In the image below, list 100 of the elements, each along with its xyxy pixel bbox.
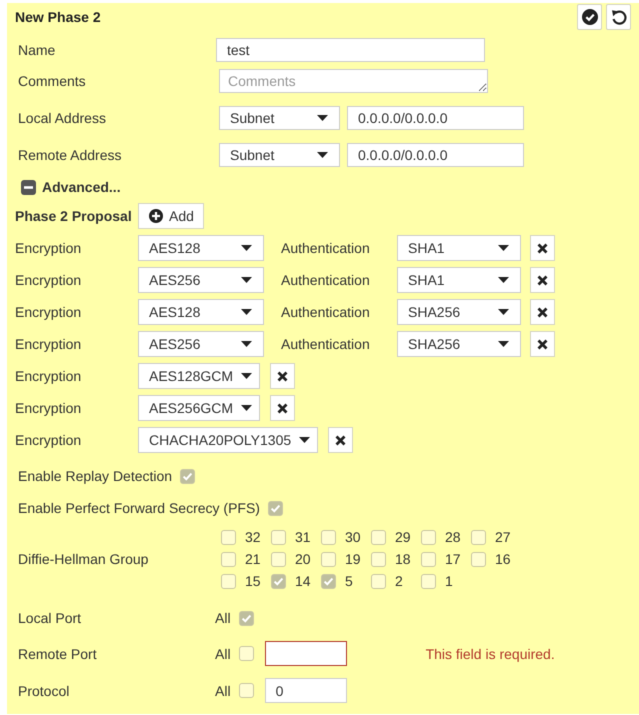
group-number: 31 (295, 529, 311, 545)
address-type-select[interactable]: Subnet (219, 143, 340, 167)
remove-button[interactable] (530, 331, 555, 357)
error-message: This field is required. (426, 646, 555, 662)
checkbox[interactable] (221, 530, 236, 544)
checkbox[interactable] (271, 552, 286, 566)
group-number: 19 (345, 551, 361, 567)
remove-button[interactable] (270, 395, 296, 421)
caret-icon (241, 309, 252, 315)
field-label: Protocol (18, 682, 70, 698)
close-icon (537, 306, 548, 318)
group-number: 18 (395, 551, 411, 567)
encryption-select[interactable]: AES256 (138, 331, 264, 357)
field-label: Diffie-Hellman Group (18, 551, 150, 567)
checkbox[interactable] (238, 683, 254, 698)
field-label: Name (18, 42, 56, 58)
encryption-select[interactable]: CHACHA20POLY1305 (138, 427, 318, 453)
caret-icon (317, 152, 328, 158)
option-label: Enable Perfect Forward Secrecy (PFS) (18, 500, 260, 516)
checkbox[interactable] (221, 552, 236, 566)
port-field[interactable] (264, 641, 347, 666)
encryption-select[interactable]: AES128 (138, 299, 264, 325)
remove-button[interactable] (530, 299, 555, 325)
group-number: 20 (295, 551, 311, 567)
encryption-select[interactable]: AES256GCM (138, 395, 260, 421)
group-number: 2 (395, 573, 403, 589)
authentication-label: Authentication (281, 240, 371, 256)
checkbox[interactable] (421, 574, 436, 588)
remove-button[interactable] (270, 363, 296, 389)
advanced-toggle[interactable]: Advanced... (21, 178, 121, 196)
checkbox[interactable] (238, 610, 254, 626)
checkbox[interactable] (371, 552, 386, 566)
option-label: Enable Replay Detection (18, 468, 172, 484)
group-number: 28 (445, 529, 461, 545)
checkbox[interactable] (268, 500, 283, 516)
checkbox[interactable] (321, 530, 336, 544)
encryption-label: Encryption (15, 304, 82, 320)
caret-icon (241, 277, 252, 283)
all-label: All (215, 610, 231, 626)
checkbox[interactable] (271, 574, 286, 588)
caret-icon (241, 373, 252, 379)
close-icon (277, 402, 288, 414)
checkbox[interactable] (371, 574, 386, 588)
checkbox[interactable] (321, 552, 336, 566)
group-number: 30 (345, 529, 361, 545)
all-label: All (215, 682, 231, 698)
close-icon (335, 434, 346, 446)
checkbox[interactable] (471, 552, 486, 566)
group-number: 16 (495, 551, 511, 567)
authentication-select[interactable]: SHA256 (397, 331, 521, 357)
checkbox[interactable] (271, 530, 286, 544)
authentication-select[interactable]: SHA1 (397, 235, 521, 261)
checkbox[interactable] (180, 468, 196, 484)
remove-button[interactable] (530, 235, 555, 261)
caret-icon (241, 341, 252, 347)
address-type-select[interactable]: Subnet (219, 106, 340, 130)
encryption-label: Encryption (15, 336, 82, 352)
encryption-label: Encryption (15, 400, 82, 416)
authentication-label: Authentication (281, 304, 371, 320)
encryption-label: Encryption (15, 240, 82, 256)
checkbox[interactable] (321, 574, 336, 588)
undo-button[interactable] (606, 4, 631, 30)
caret-icon (241, 405, 252, 411)
checkbox[interactable] (471, 530, 486, 544)
field-label: Local Port (18, 610, 82, 626)
encryption-label: Encryption (15, 272, 82, 288)
authentication-select[interactable]: SHA1 (397, 267, 521, 293)
address-field[interactable]: 0.0.0.0/0.0.0.0 (347, 143, 524, 167)
encryption-select[interactable]: AES256 (138, 267, 264, 293)
field-label: Local Address (18, 110, 107, 126)
encryption-select[interactable]: AES128 (138, 235, 264, 261)
field-label: Remote Port (18, 646, 98, 662)
group-number: 27 (495, 529, 511, 545)
caret-icon (299, 437, 310, 443)
checkbox[interactable] (221, 574, 236, 588)
group-number: 21 (245, 551, 261, 567)
encryption-label: Encryption (15, 432, 82, 448)
address-field[interactable]: 0.0.0.0/0.0.0.0 (347, 106, 524, 130)
authentication-select[interactable]: SHA256 (397, 299, 521, 325)
group-number: 29 (395, 529, 411, 545)
add-button[interactable]: Add (138, 203, 204, 229)
apply-button[interactable] (577, 4, 602, 30)
encryption-select[interactable]: AES128GCM (138, 363, 260, 389)
authentication-label: Authentication (281, 336, 371, 352)
plus-circle-icon (149, 209, 163, 223)
all-label: All (215, 646, 231, 662)
checkbox[interactable] (238, 646, 254, 661)
group-number: 5 (345, 573, 353, 589)
remove-button[interactable] (530, 267, 555, 293)
checkbox[interactable] (371, 530, 386, 544)
comments-field[interactable]: Comments (219, 69, 488, 93)
name-field[interactable]: test (216, 38, 485, 62)
checkbox[interactable] (421, 530, 436, 544)
remove-button[interactable] (328, 427, 354, 453)
close-icon (537, 338, 548, 350)
port-field[interactable]: 0 (264, 678, 347, 703)
caret-icon (498, 341, 509, 347)
section-label: Phase 2 Proposal (15, 208, 133, 224)
checkbox[interactable] (421, 552, 436, 566)
minus-square-icon (21, 180, 36, 194)
